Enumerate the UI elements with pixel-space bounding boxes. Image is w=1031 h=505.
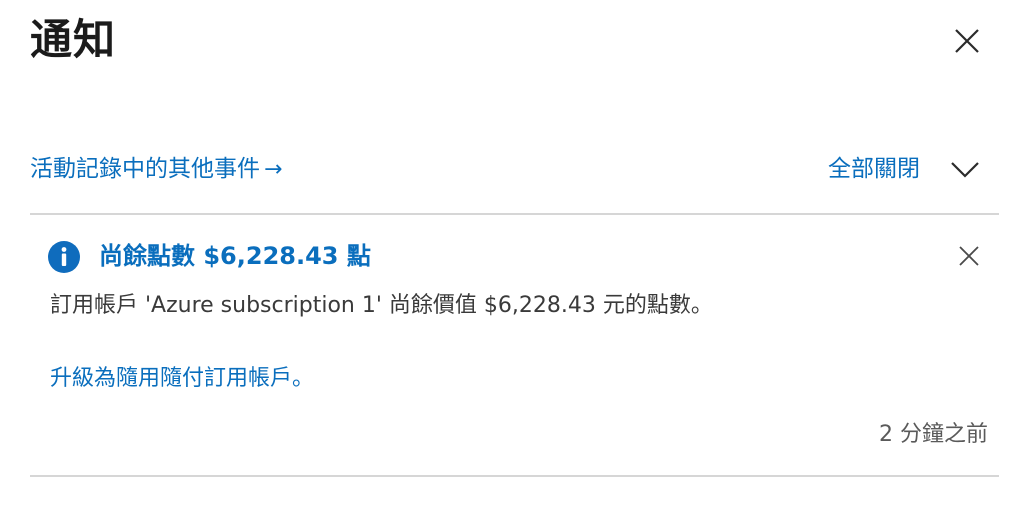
notification-title: 尚餘點數 $6,228.43 點 <box>99 242 371 270</box>
activity-log-link-label: 活動記錄中的其他事件 <box>30 156 260 182</box>
activity-log-link[interactable]: 活動記錄中的其他事件 → <box>30 152 282 187</box>
dismiss-notification-button[interactable] <box>956 243 982 269</box>
panel-title: 通知 <box>30 15 117 64</box>
notification-body: 訂用帳戶 'Azure subscription 1' 尚餘價值 $6,228.… <box>50 293 713 318</box>
close-panel-button[interactable] <box>948 22 986 60</box>
upgrade-subscription-link[interactable]: 升級為隨用隨付訂用帳戶。 <box>50 362 314 396</box>
notifications-panel: 通知 活動記錄中的其他事件 → 全部關閉 尚餘點數 $6,228.43 點 訂用… <box>0 0 1031 505</box>
collapse-all-button[interactable] <box>948 156 982 184</box>
divider <box>30 475 999 477</box>
arrow-right-icon: → <box>264 157 283 182</box>
close-icon <box>959 246 979 266</box>
notification-timestamp: 2 分鐘之前 <box>879 422 988 447</box>
dismiss-all-button[interactable]: 全部關閉 <box>828 152 920 186</box>
divider <box>30 213 999 215</box>
chevron-down-icon <box>951 162 979 178</box>
info-icon <box>48 241 80 273</box>
close-icon <box>955 29 979 53</box>
